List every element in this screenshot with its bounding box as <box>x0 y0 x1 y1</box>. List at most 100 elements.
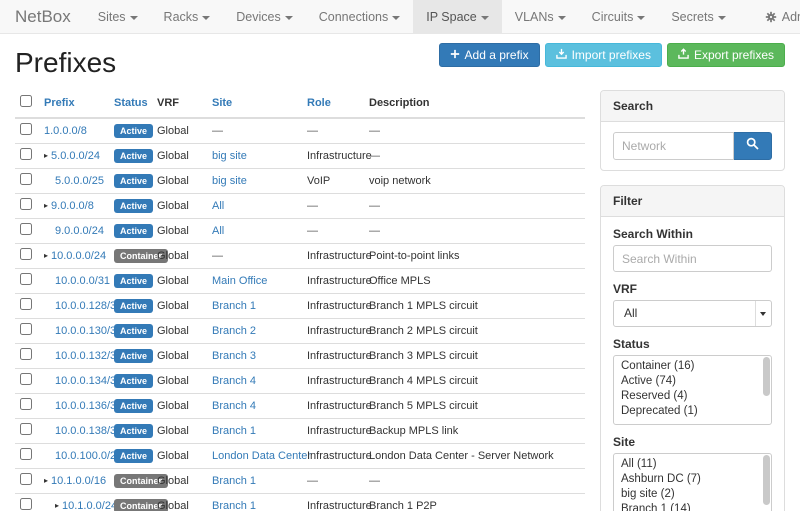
nav-item-circuits[interactable]: Circuits <box>579 0 659 33</box>
row-checkbox[interactable] <box>20 473 32 485</box>
listbox-option[interactable]: Container (16) <box>614 359 771 374</box>
site-link[interactable]: Branch 1 <box>212 475 256 487</box>
status-badge: Active <box>114 274 153 288</box>
column-header-prefix[interactable]: Prefix <box>39 90 109 118</box>
column-header-role[interactable]: Role <box>302 90 364 118</box>
site-link[interactable]: All <box>212 225 224 237</box>
row-checkbox[interactable] <box>20 173 32 185</box>
column-header-site[interactable]: Site <box>207 90 302 118</box>
row-checkbox[interactable] <box>20 323 32 335</box>
prefix-link[interactable]: 10.0.0.138/31 <box>55 425 122 437</box>
row-checkbox[interactable] <box>20 498 32 510</box>
table-row: 10.0.100.0/24 Active Global London Data … <box>15 444 585 469</box>
row-checkbox[interactable] <box>20 373 32 385</box>
site-link[interactable]: Main Office <box>212 275 267 287</box>
scrollbar-thumb[interactable] <box>763 455 770 505</box>
search-input[interactable] <box>613 132 734 160</box>
row-checkbox[interactable] <box>20 273 32 285</box>
prefix-link[interactable]: 10.0.0.0/31 <box>55 275 110 287</box>
site-link[interactable]: Branch 1 <box>212 425 256 437</box>
listbox-option[interactable]: Reserved (4) <box>614 389 771 404</box>
site-link[interactable]: All <box>212 200 224 212</box>
listbox-option[interactable]: Ashburn DC (7) <box>614 472 771 487</box>
export-prefixes-button[interactable]: Export prefixes <box>667 43 785 67</box>
status-badge: Active <box>114 349 153 363</box>
site-link[interactable]: Branch 4 <box>212 400 256 412</box>
expand-arrow-icon[interactable]: ▸ <box>44 251 48 260</box>
site-link[interactable]: big site <box>212 150 247 162</box>
column-header-vrf: VRF <box>152 90 207 118</box>
nav-item-racks[interactable]: Racks <box>151 0 224 33</box>
row-checkbox[interactable] <box>20 123 32 135</box>
caret-down-icon <box>202 16 210 20</box>
listbox-option[interactable]: Active (74) <box>614 374 771 389</box>
add-prefix-button[interactable]: Add a prefix <box>439 43 540 67</box>
prefix-link[interactable]: 10.0.0.0/24 <box>51 250 106 262</box>
nav-item-ip-space[interactable]: IP Space <box>413 0 502 33</box>
prefix-link[interactable]: 10.0.100.0/24 <box>55 450 122 462</box>
select-all-checkbox[interactable] <box>20 95 32 107</box>
vrf-select[interactable]: All <box>613 300 772 327</box>
site-link[interactable]: Branch 1 <box>212 500 256 511</box>
site-link[interactable]: Branch 4 <box>212 375 256 387</box>
import-prefixes-button[interactable]: Import prefixes <box>545 43 662 67</box>
row-checkbox[interactable] <box>20 398 32 410</box>
row-checkbox[interactable] <box>20 223 32 235</box>
expand-arrow-icon[interactable]: ▸ <box>44 201 48 210</box>
expand-arrow-icon[interactable]: ▸ <box>55 501 59 510</box>
page-title: Prefixes <box>15 47 116 79</box>
prefix-link[interactable]: 9.0.0.0/8 <box>51 200 94 212</box>
site-listbox[interactable]: All (11)Ashburn DC (7)big site (2)Branch… <box>613 453 772 511</box>
prefix-link[interactable]: 10.0.0.134/31 <box>55 375 122 387</box>
site-link[interactable]: Branch 3 <box>212 350 256 362</box>
table-row: ▸5.0.0.0/24 Active Global big site Infra… <box>15 144 585 169</box>
nav-item-secrets[interactable]: Secrets <box>658 0 738 33</box>
table-row: ▸10.1.0.0/16 Container Global Branch 1 —… <box>15 469 585 494</box>
row-checkbox[interactable] <box>20 423 32 435</box>
nav-item-connections[interactable]: Connections <box>306 0 414 33</box>
prefix-list: Prefix Status VRF Site Role Description … <box>15 90 585 511</box>
site-link[interactable]: London Data Center <box>212 450 311 462</box>
row-checkbox[interactable] <box>20 348 32 360</box>
scrollbar-thumb[interactable] <box>763 357 770 396</box>
expand-arrow-icon[interactable]: ▸ <box>44 476 48 485</box>
prefix-link[interactable]: 10.0.0.132/31 <box>55 350 122 362</box>
prefix-link[interactable]: 5.0.0.0/24 <box>51 150 100 162</box>
site-link[interactable]: Branch 2 <box>212 325 256 337</box>
brand-logo[interactable]: NetBox <box>0 0 85 33</box>
search-within-label: Search Within <box>613 227 772 241</box>
row-checkbox[interactable] <box>20 298 32 310</box>
prefix-link[interactable]: 9.0.0.0/24 <box>55 225 104 237</box>
prefix-link[interactable]: 10.0.0.136/31 <box>55 400 122 412</box>
row-checkbox[interactable] <box>20 448 32 460</box>
listbox-option[interactable]: big site (2) <box>614 487 771 502</box>
nav-item-sites[interactable]: Sites <box>85 0 151 33</box>
prefix-link[interactable]: 5.0.0.0/25 <box>55 175 104 187</box>
prefix-link[interactable]: 1.0.0.0/8 <box>44 125 87 137</box>
row-checkbox[interactable] <box>20 198 32 210</box>
listbox-option[interactable]: Deprecated (1) <box>614 404 771 419</box>
prefix-link[interactable]: 10.0.0.128/31 <box>55 300 122 312</box>
listbox-option[interactable]: Branch 1 (14) <box>614 502 771 511</box>
prefix-link[interactable]: 10.1.0.0/16 <box>51 475 106 487</box>
admin-link[interactable]: Admin <box>765 10 800 24</box>
prefix-link[interactable]: 10.1.0.0/24 <box>62 500 117 511</box>
column-header-status[interactable]: Status <box>109 90 152 118</box>
row-checkbox[interactable] <box>20 148 32 160</box>
status-badge: Active <box>114 324 153 338</box>
nav-item-devices[interactable]: Devices <box>223 0 305 33</box>
caret-down-icon <box>637 16 645 20</box>
site-link[interactable]: Branch 1 <box>212 300 256 312</box>
status-listbox[interactable]: Container (16)Active (74)Reserved (4)Dep… <box>613 355 772 425</box>
listbox-option[interactable]: All (11) <box>614 457 771 472</box>
site-link[interactable]: big site <box>212 175 247 187</box>
prefixes-table: Prefix Status VRF Site Role Description … <box>15 90 585 511</box>
filter-panel: Filter Search Within VRF All Sta <box>600 185 785 511</box>
expand-arrow-icon[interactable]: ▸ <box>44 151 48 160</box>
row-checkbox[interactable] <box>20 248 32 260</box>
search-button[interactable] <box>734 132 772 160</box>
nav-item-vlans[interactable]: VLANs <box>502 0 579 33</box>
prefix-link[interactable]: 10.0.0.130/31 <box>55 325 122 337</box>
search-within-input[interactable] <box>613 245 772 272</box>
column-header-description: Description <box>364 90 585 118</box>
